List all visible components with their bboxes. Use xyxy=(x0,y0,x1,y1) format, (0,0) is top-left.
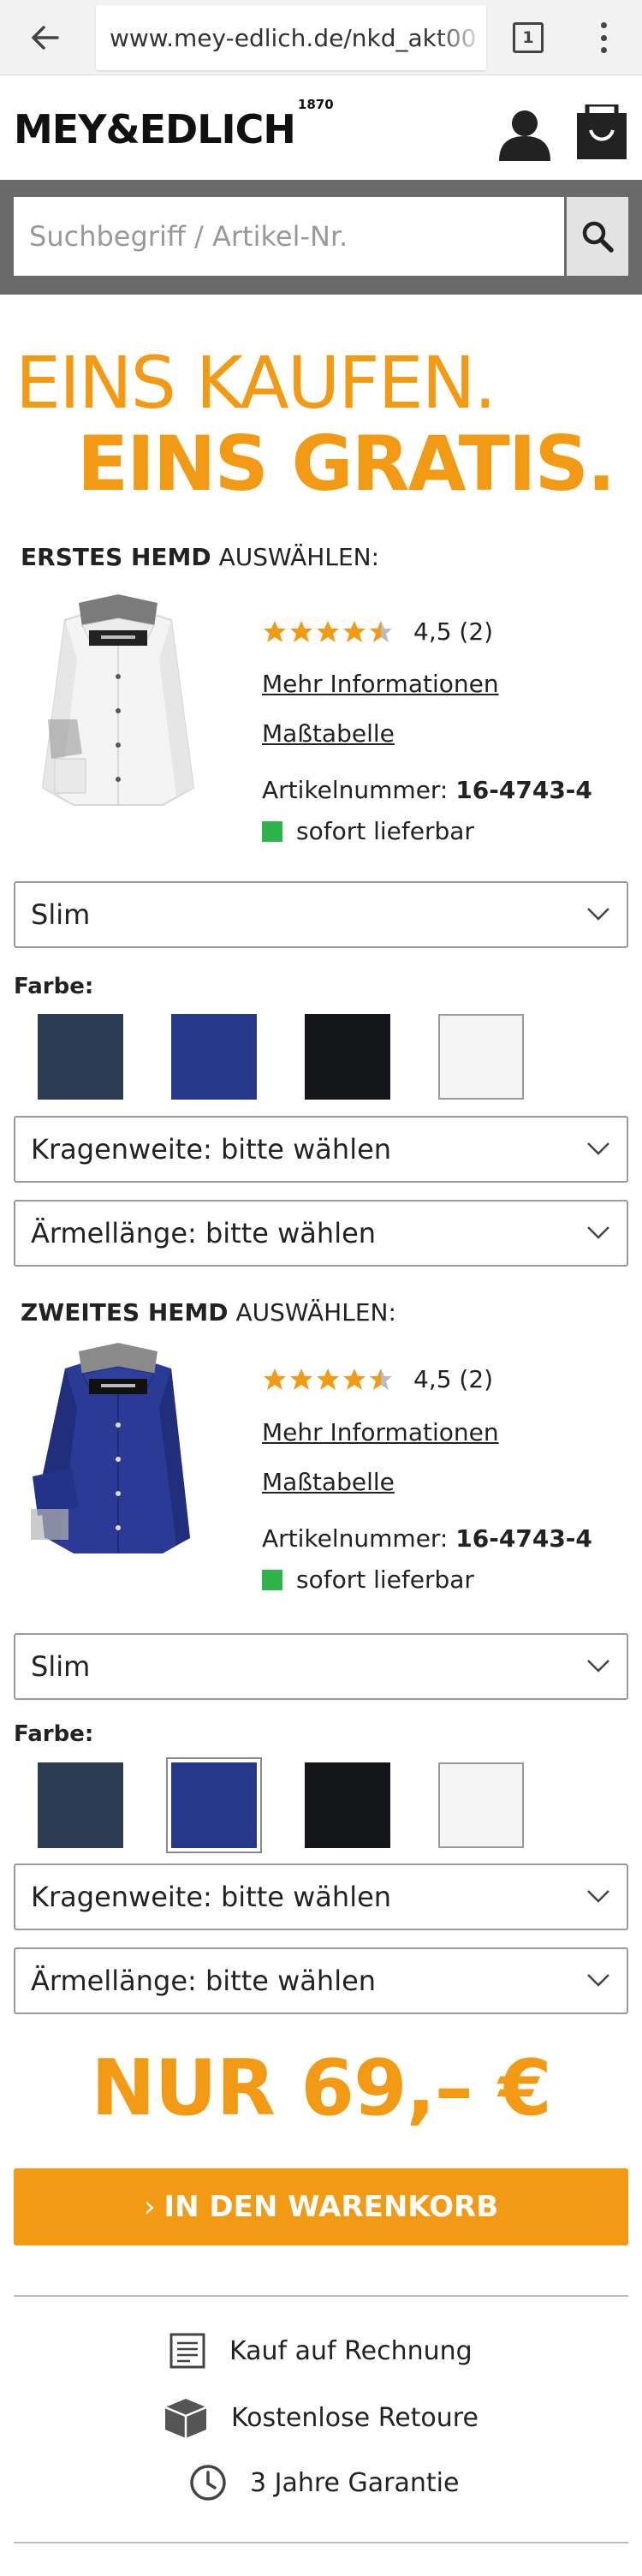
second-shirt-color-swatch-white[interactable] xyxy=(438,1762,524,1848)
offer-price: NUR 69,– € xyxy=(91,2043,551,2133)
rating-value: 4,5 (2) xyxy=(413,1365,494,1393)
tab-count-label: 1 xyxy=(522,28,534,47)
hero-subheadline: EINS GRATIS. xyxy=(77,420,615,508)
star-icon xyxy=(290,620,312,642)
add-to-cart-label: IN DEN WARENKORB xyxy=(163,2190,499,2224)
in-stock-indicator-icon xyxy=(262,820,282,842)
package-icon xyxy=(164,2399,207,2438)
second-shirt-color-swatch-black[interactable] xyxy=(305,1762,390,1848)
half-star-icon xyxy=(370,620,392,642)
browser-toolbar: www.mey-edlich.de/nkd_akt00 1 xyxy=(0,0,642,75)
first-shirt-fit-select[interactable]: Slim xyxy=(14,881,628,948)
brand-logo[interactable]: MEY&EDLICH1870 xyxy=(14,97,334,152)
first-shirt-heading: ERSTES HEMD AUSWÄHLEN: xyxy=(21,543,380,571)
hero-headline: EINS KAUFEN. xyxy=(15,341,496,425)
add-to-cart-button[interactable]: › IN DEN WARENKORB xyxy=(14,2168,628,2245)
divider xyxy=(14,2295,628,2297)
second-shirt-rating: 4,5 (2) xyxy=(262,1365,493,1393)
user-account-icon[interactable] xyxy=(495,108,555,161)
site-header: MEY&EDLICH1870 xyxy=(0,75,642,180)
second-shirt-fit-select[interactable]: Slim xyxy=(14,1633,628,1700)
star-icon xyxy=(290,1368,312,1390)
first-shirt-color-swatch-white[interactable] xyxy=(438,1014,524,1100)
star-icon xyxy=(343,1368,366,1390)
overflow-menu-icon[interactable] xyxy=(591,19,616,57)
second-shirt-size-chart-link[interactable]: Maßtabelle xyxy=(262,1468,395,1496)
chevron-down-icon xyxy=(587,1974,609,1987)
first-shirt-sleeve-select[interactable]: Ärmellänge: bitte wählen xyxy=(14,1200,628,1267)
chevron-down-icon xyxy=(587,1142,609,1155)
first-shirt-color-swatch-black[interactable] xyxy=(305,1014,390,1100)
shopping-bag-icon[interactable] xyxy=(577,102,627,159)
star-icon xyxy=(264,620,286,642)
first-shirt-collar-select[interactable]: Kragenweite: bitte wählen xyxy=(14,1116,628,1183)
second-shirt-color-swatch-navy[interactable] xyxy=(38,1762,123,1848)
second-shirt-image[interactable] xyxy=(26,1339,211,1562)
second-shirt-sleeve-select[interactable]: Ärmellänge: bitte wählen xyxy=(14,1947,628,2014)
tab-switcher-button[interactable]: 1 xyxy=(513,22,544,53)
first-shirt-size-chart-link[interactable]: Maßtabelle xyxy=(262,719,395,748)
first-shirt-image[interactable] xyxy=(26,591,211,814)
rating-stars xyxy=(262,1367,395,1392)
second-shirt-heading: ZWEITES HEMD AUSWÄHLEN: xyxy=(21,1298,396,1327)
clock-icon xyxy=(190,2465,226,2501)
first-shirt-rating: 4,5 (2) xyxy=(262,617,493,646)
rating-stars xyxy=(262,619,395,645)
search-icon xyxy=(582,221,614,253)
first-shirt-more-info-link[interactable]: Mehr Informationen xyxy=(262,670,499,698)
address-bar[interactable]: www.mey-edlich.de/nkd_akt00 xyxy=(96,5,486,70)
url-text: www.mey-edlich.de/nkd_akt00 xyxy=(110,23,477,52)
search-bar xyxy=(0,180,642,295)
half-star-icon xyxy=(370,1368,392,1390)
first-shirt-color-swatch-blue[interactable] xyxy=(171,1014,257,1100)
benefit-free-return: Kostenlose Retoure xyxy=(163,2396,479,2439)
benefit-warranty: 3 Jahre Garantie xyxy=(188,2463,459,2502)
first-shirt-color-label: Farbe: xyxy=(14,974,94,999)
second-shirt-color-swatch-blue-selected[interactable] xyxy=(168,1759,260,1852)
second-shirt-article-number: Artikelnummer: 16-4743-4 xyxy=(262,1524,592,1553)
second-shirt-color-label: Farbe: xyxy=(14,1721,94,1747)
first-shirt-color-swatch-navy[interactable] xyxy=(38,1014,123,1100)
chevron-down-icon xyxy=(587,1660,609,1673)
search-input[interactable] xyxy=(14,197,564,276)
in-stock-indicator-icon xyxy=(262,1569,282,1590)
benefit-invoice: Kauf auf Rechnung xyxy=(168,2331,473,2370)
search-button[interactable] xyxy=(567,197,628,276)
star-icon xyxy=(264,1368,286,1390)
chevron-right-icon: › xyxy=(143,2190,156,2224)
first-shirt-stock-status: sofort lieferbar xyxy=(262,817,474,845)
invoice-icon xyxy=(169,2333,205,2369)
star-icon xyxy=(317,620,339,642)
second-shirt-more-info-link[interactable]: Mehr Informationen xyxy=(262,1418,499,1446)
back-arrow-icon[interactable] xyxy=(22,15,67,60)
rating-value: 4,5 (2) xyxy=(413,617,494,646)
divider xyxy=(14,2542,628,2543)
chevron-down-icon xyxy=(587,1890,609,1903)
second-shirt-stock-status: sofort lieferbar xyxy=(262,1565,474,1594)
chevron-down-icon xyxy=(587,908,609,921)
first-shirt-article-number: Artikelnummer: 16-4743-4 xyxy=(262,776,592,804)
chevron-down-icon xyxy=(587,1226,609,1239)
star-icon xyxy=(343,620,366,642)
star-icon xyxy=(317,1368,339,1390)
second-shirt-collar-select[interactable]: Kragenweite: bitte wählen xyxy=(14,1863,628,1930)
